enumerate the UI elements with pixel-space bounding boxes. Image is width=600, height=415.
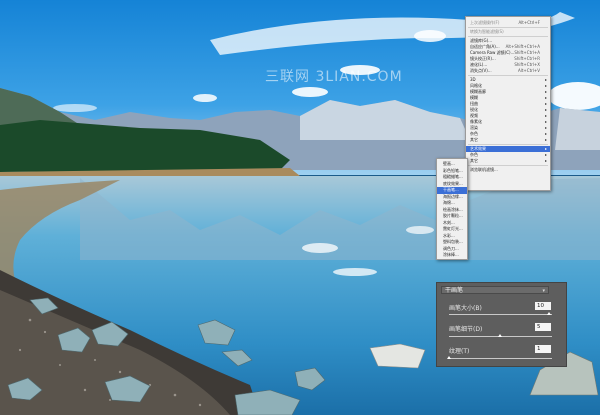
menu-item-label: 镜头校正(R)... [470, 56, 496, 61]
texture-slider[interactable] [449, 358, 552, 359]
filter-type-value: 干画笔 [445, 287, 464, 294]
texture-label: 纹理(T) [449, 348, 470, 355]
submenu-arrow-icon: ▸ [544, 158, 547, 163]
menu-item-label: 模糊 [470, 95, 478, 100]
menu-item-label: 杂色 [470, 131, 478, 136]
menu-item-label: 液化(L)... [470, 62, 488, 67]
menu-item[interactable]: 消失点(V)... Alt+Ctrl+V [466, 68, 550, 74]
brush-detail-input[interactable]: 5 [535, 323, 551, 331]
filter-type-dropdown[interactable]: 干画笔 ▾ [441, 286, 549, 294]
brush-size-input[interactable]: 10 [535, 302, 551, 310]
menu-item-label: 转换为智能滤镜(S) [470, 29, 504, 34]
menu-item[interactable]: 其它 ▸ [466, 137, 550, 143]
menu-item-label: 浏览联机滤镜... [470, 167, 498, 172]
texture-slider-handle[interactable] [447, 356, 451, 359]
brush-detail-slider-handle[interactable] [497, 334, 502, 337]
menu-item-label: 渲染 [470, 125, 478, 130]
menu-separator [468, 165, 548, 166]
dry-brush-settings-panel: 干画笔 ▾ 画笔大小(B) 10 画笔细节(D) 5 纹理(T) 1 [436, 282, 567, 367]
menu-item-shortcut: Alt+Ctrl+V [518, 68, 540, 73]
menu-item-label: 扭曲 [470, 101, 478, 106]
menu-item-label: 模糊画廊 [470, 89, 486, 94]
menu-item-label: 3D [470, 77, 476, 82]
menu-item-label: 锐化 [470, 107, 478, 112]
artistic-submenu: 壁画... 彩色铅笔... 粗糙蜡笔... 底纹效果... 干画笔... 海报边缘... 海… [436, 158, 468, 260]
menu-item[interactable]: 其它 ▸ [466, 158, 550, 164]
menu-separator [468, 27, 548, 28]
menu-separator [468, 144, 548, 145]
brush-size-label: 画笔大小(B) [449, 305, 482, 312]
texture-input[interactable]: 1 [535, 345, 551, 353]
menu-separator [468, 36, 548, 37]
menu-item-label: 消失点(V)... [470, 68, 492, 73]
menu-item[interactable]: 上次滤镜操作(F) Alt+Ctrl+F [466, 20, 550, 26]
menu-item[interactable]: 转换为智能滤镜(S) [466, 29, 550, 35]
menu-item-label: 视频 [470, 113, 478, 118]
menu-item-label: 自适应广角(A)... [470, 44, 500, 49]
menu-item-label: 艺术效果 [470, 146, 486, 151]
watermark-text: 三联网 3LIAN.COM [265, 69, 403, 85]
menu-separator [468, 75, 548, 76]
brush-size-slider[interactable] [449, 314, 552, 315]
menu-item-label: 杂色 [470, 152, 478, 157]
menu-item-shortcut: Alt+Ctrl+F [518, 20, 540, 25]
menu-item-label: 像素化 [470, 119, 482, 124]
menu-item-label: 风格化 [470, 83, 482, 88]
menu-item-label: Camera Raw 滤镜(C)... [470, 50, 515, 55]
brush-size-slider-handle[interactable] [546, 312, 551, 315]
chevron-down-icon: ▾ [542, 288, 545, 294]
menu-item-label: 其它 [470, 158, 478, 163]
submenu-arrow-icon: ▸ [544, 137, 547, 142]
menu-item-label: 上次滤镜操作(F) [470, 20, 500, 25]
filter-menu: 上次滤镜操作(F) Alt+Ctrl+F 转换为智能滤镜(S) 滤镜库(G)... 自适… [465, 16, 551, 191]
submenu-item[interactable]: 涂抹棒... [437, 252, 467, 259]
menu-item-label: 其它 [470, 137, 478, 142]
menu-item[interactable]: 浏览联机滤镜... [466, 167, 550, 173]
brush-detail-label: 画笔细节(D) [449, 326, 483, 333]
menu-item-label: 滤镜库(G)... [470, 38, 493, 43]
